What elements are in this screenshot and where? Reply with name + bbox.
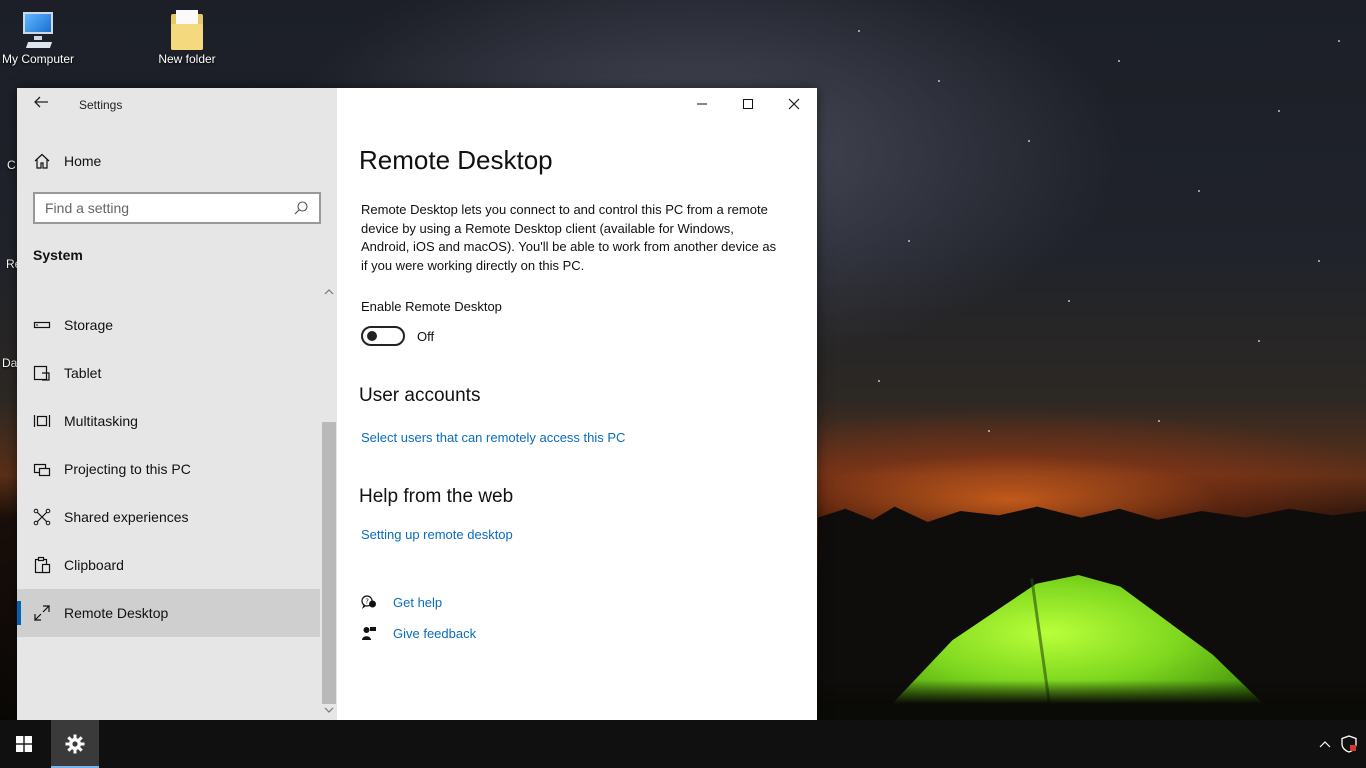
folder-icon	[171, 10, 203, 50]
security-shield-icon	[1341, 735, 1357, 753]
give-feedback-link[interactable]: Give feedback	[393, 626, 476, 641]
wallpaper-stars	[818, 0, 1366, 500]
security-tray-button[interactable]	[1339, 720, 1359, 768]
desktop-icon-label: New folder	[158, 52, 216, 66]
remote-desktop-description: Remote Desktop lets you connect to and c…	[361, 202, 777, 273]
user-accounts-heading: User accounts	[359, 385, 481, 406]
toggle-state-label: Off	[417, 329, 435, 344]
home-nav-item[interactable]: Home	[33, 150, 101, 172]
taskbar-settings-button[interactable]	[51, 720, 99, 768]
help-from-web-heading: Help from the web	[359, 486, 514, 507]
sidebar-item-multitasking[interactable]: Multitasking	[17, 397, 320, 445]
storage-icon	[33, 321, 51, 329]
sidebar-item-tablet[interactable]: Tablet	[17, 349, 320, 397]
sidebar-item-label: Clipboard	[64, 557, 124, 573]
enable-remote-desktop-label: Enable Remote Desktop	[361, 299, 502, 314]
maximize-icon	[743, 99, 753, 109]
app-title: Settings	[79, 98, 123, 112]
give-feedback-row[interactable]: Give feedback	[361, 624, 476, 642]
shared-experiences-icon	[33, 508, 51, 526]
selected-indicator	[17, 601, 21, 625]
sidebar-item-storage[interactable]: Storage	[17, 301, 320, 349]
tablet-icon	[33, 365, 50, 381]
sidebar-item-projecting[interactable]: Projecting to this PC	[17, 445, 320, 493]
get-help-link[interactable]: Get help	[393, 595, 442, 610]
sidebar-item-shared-experiences[interactable]: Shared experiences	[17, 493, 320, 541]
desktop-partial-label: C	[7, 158, 16, 172]
sidebar-item-label: Tablet	[64, 365, 102, 381]
desktop-partial-label: Da	[2, 356, 18, 370]
section-title: System	[33, 247, 83, 263]
projecting-icon	[33, 463, 51, 477]
my-computer-icon	[21, 10, 55, 50]
sidebar-item-label: Projecting to this PC	[64, 461, 191, 477]
setting-up-remote-desktop-link[interactable]: Setting up remote desktop	[361, 527, 513, 542]
sidebar-item-label: Remote Desktop	[64, 605, 169, 621]
settings-sidebar: Settings Home System	[17, 88, 337, 720]
search-icon[interactable]	[293, 200, 309, 216]
get-help-icon: ?	[361, 595, 376, 609]
close-button[interactable]	[771, 88, 817, 120]
sidebar-item-label: Shared experiences	[64, 509, 189, 525]
settings-gear-icon	[65, 734, 85, 754]
remote-desktop-icon	[34, 605, 50, 621]
scrollbar-thumb[interactable]	[322, 422, 336, 704]
settings-window: Settings Home System	[17, 88, 817, 720]
back-arrow-icon	[34, 96, 48, 108]
sidebar-item-label: Storage	[64, 317, 114, 333]
get-help-row[interactable]: ? Get help	[361, 593, 442, 611]
show-hidden-icons-button[interactable]	[1313, 720, 1337, 768]
toggle-knob	[367, 331, 377, 341]
sidebar-item-label: Multitasking	[64, 413, 138, 429]
multitasking-icon	[33, 415, 51, 427]
svg-text:?: ?	[365, 598, 369, 606]
minimize-button[interactable]	[679, 88, 725, 120]
sidebar-item-remote-desktop[interactable]: Remote Desktop	[17, 589, 320, 637]
close-icon	[788, 98, 800, 110]
start-icon	[16, 736, 32, 752]
desktop-icon-new-folder[interactable]: New folder	[149, 10, 225, 67]
desktop-icon-label: My Computer	[1, 52, 75, 66]
page-title: Remote Desktop	[359, 145, 553, 175]
search-box[interactable]	[33, 192, 321, 224]
give-feedback-icon	[362, 627, 376, 640]
enable-remote-desktop-toggle[interactable]	[361, 326, 405, 346]
search-input[interactable]	[45, 200, 293, 216]
home-icon	[34, 153, 50, 169]
back-button[interactable]	[31, 94, 51, 114]
scroll-up-arrow-icon[interactable]	[324, 288, 334, 299]
desktop-icon-my-computer[interactable]: My Computer	[0, 10, 76, 67]
scroll-down-arrow-icon[interactable]	[324, 706, 334, 717]
minimize-icon	[697, 103, 707, 105]
select-users-link[interactable]: Select users that can remotely access th…	[361, 430, 625, 445]
taskbar	[0, 720, 1366, 768]
clipboard-icon	[34, 556, 51, 574]
start-button[interactable]	[0, 720, 48, 768]
sidebar-item-clipboard[interactable]: Clipboard	[17, 541, 320, 589]
home-label: Home	[64, 153, 102, 169]
chevron-up-icon	[1319, 741, 1331, 748]
settings-content: Remote Desktop Remote Desktop lets you c…	[337, 88, 817, 720]
maximize-button[interactable]	[725, 88, 771, 120]
